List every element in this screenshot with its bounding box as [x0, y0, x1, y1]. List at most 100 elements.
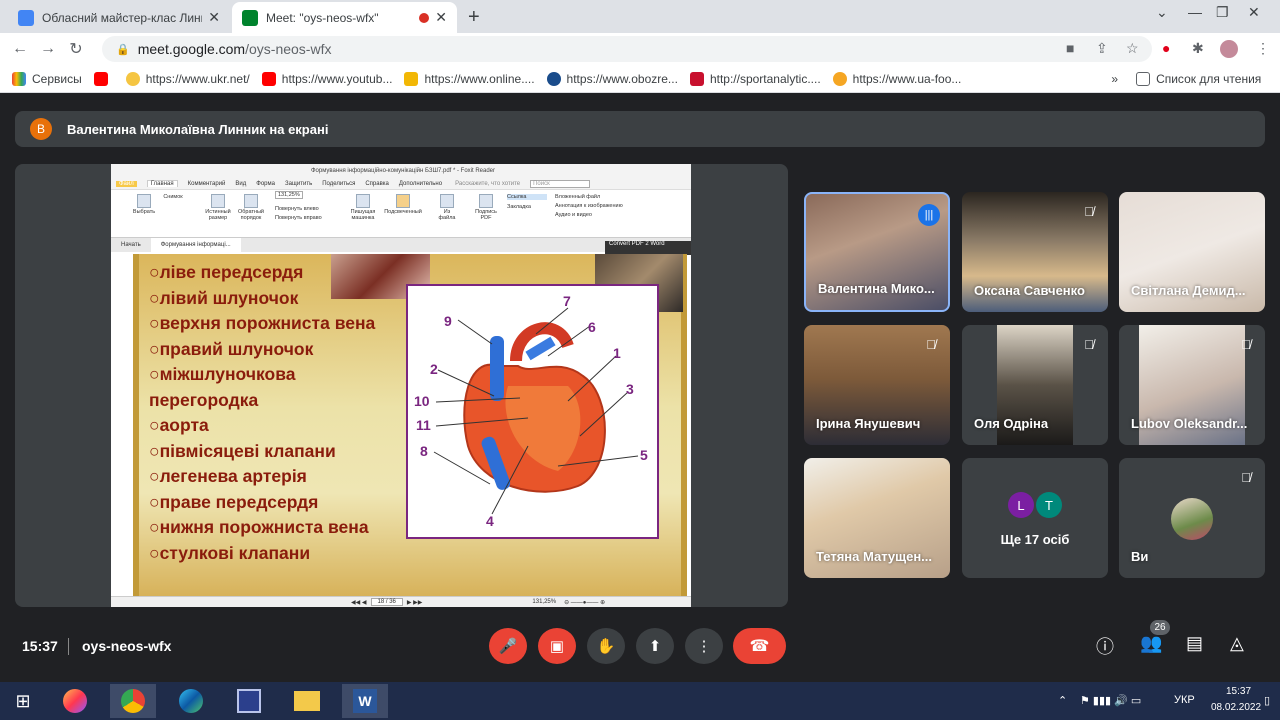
from-file-tool[interactable]: Из файла: [435, 194, 459, 221]
participant-name: Тетяна Матущен...: [816, 549, 933, 564]
raise-hand-button[interactable]: ✋: [587, 628, 625, 664]
tray-overflow-icon[interactable]: ⌃: [1058, 694, 1067, 707]
select-tool[interactable]: Выбрать: [131, 194, 157, 215]
present-button[interactable]: ⬆: [636, 628, 674, 664]
doc-tab-current[interactable]: Формування інформаці...: [150, 238, 241, 252]
reading-list[interactable]: Список для чтения: [1136, 71, 1261, 86]
image-annotation-tool[interactable]: Аннотация к изображению: [555, 203, 655, 209]
save-taskbar[interactable]: [226, 684, 272, 718]
notifications-icon[interactable]: ▯: [1264, 694, 1270, 707]
close-icon[interactable]: ✕: [435, 9, 447, 26]
menu-icon[interactable]: ⋮: [1256, 40, 1270, 57]
profile-avatar[interactable]: [1220, 40, 1238, 58]
rotate-right[interactable]: Повернуть вправо: [275, 215, 345, 221]
chat-icon[interactable]: ▤: [1186, 633, 1203, 654]
rotate-left[interactable]: Повернуть влево: [275, 206, 345, 212]
share-icon[interactable]: ⇪: [1096, 40, 1108, 57]
zoom-input[interactable]: 131,25%: [275, 191, 303, 199]
minimize-button[interactable]: —: [1188, 4, 1202, 20]
close-icon[interactable]: ✕: [208, 9, 220, 26]
participant-tile[interactable]: Тетяна Матущен...: [804, 458, 950, 578]
more-options-button[interactable]: ⋮: [685, 628, 723, 664]
leave-call-button[interactable]: ☎: [733, 628, 786, 664]
menu-extra[interactable]: Дополнительно: [399, 181, 442, 187]
explorer-taskbar[interactable]: [284, 684, 330, 718]
tell-me[interactable]: Расскажите, что хотите: [455, 181, 520, 187]
bookmark-services[interactable]: Сервисы: [12, 71, 82, 86]
camera-toggle-button[interactable]: ▣: [538, 628, 576, 664]
participant-tile[interactable]: 🎙̸ Оксана Савченко: [962, 192, 1108, 312]
actual-size-tool[interactable]: Истинный размер: [203, 194, 233, 221]
menu-home[interactable]: Главная: [146, 180, 178, 187]
menu-protect[interactable]: Защитить: [285, 181, 312, 187]
menu-view[interactable]: Вид: [235, 181, 246, 187]
edge-taskbar[interactable]: [168, 684, 214, 718]
avatar: T: [1036, 492, 1062, 518]
attachment-tool[interactable]: Вложенный файл: [555, 194, 645, 200]
bookmarks-overflow[interactable]: »: [1111, 72, 1118, 86]
address-bar[interactable]: 🔒 meet.google.com/oys-neos-wfx: [102, 36, 1152, 62]
opera-icon[interactable]: ●: [1162, 40, 1170, 56]
participant-tile[interactable]: ||| Валентина Мико...: [804, 192, 950, 312]
self-tile[interactable]: 🎙̸ Ви: [1119, 458, 1265, 578]
menu-comment[interactable]: Комментарий: [188, 181, 226, 187]
bookmark-uafootball[interactable]: https://www.ua-foo...: [832, 71, 961, 86]
page-indicator[interactable]: 18 / 36: [370, 598, 403, 606]
activities-icon[interactable]: ◬: [1230, 633, 1244, 654]
chrome-taskbar[interactable]: [110, 684, 156, 718]
highlight-tool[interactable]: Подсвеченный: [381, 194, 425, 215]
doc-tab-start[interactable]: Начать: [111, 242, 151, 248]
star-icon[interactable]: ☆: [1126, 40, 1139, 57]
menu-share[interactable]: Поделиться: [322, 181, 355, 187]
participant-tile[interactable]: Світлана Демид...: [1119, 192, 1265, 312]
menu-form[interactable]: Форма: [256, 181, 275, 187]
next-page-icon[interactable]: ▶ ▶▶: [407, 599, 423, 606]
bookmark-sport[interactable]: http://sportanalytic....: [689, 71, 821, 86]
forward-icon[interactable]: →: [34, 40, 62, 58]
bookmark-tool[interactable]: Закладка: [507, 204, 547, 210]
menu-file[interactable]: Файл: [116, 180, 137, 187]
tab-search-icon[interactable]: ⌄: [1156, 4, 1168, 21]
link-tool[interactable]: Ссылка: [507, 194, 547, 200]
close-window-button[interactable]: ✕: [1248, 4, 1260, 21]
participant-tile[interactable]: 🎙̸ Ірина Янушевич: [804, 325, 950, 445]
prev-page-icon[interactable]: ◀◀ ◀: [351, 599, 367, 606]
bookmark-obozrevatel[interactable]: https://www.obozre...: [546, 71, 678, 86]
back-icon[interactable]: ←: [6, 40, 34, 58]
zoom-box[interactable]: 131,25%: [275, 191, 335, 199]
tab-class[interactable]: Обласний майстер-клас Линник ✕: [8, 2, 230, 33]
new-tab-button[interactable]: +: [468, 6, 480, 29]
language-indicator[interactable]: УКР: [1174, 694, 1195, 706]
zoom-slider[interactable]: ⊖ ——●—— ⊕: [564, 599, 605, 606]
audio-video-tool[interactable]: Аудио и видео: [555, 212, 645, 218]
more-participants-tile[interactable]: L T Ще 17 осіб: [962, 458, 1108, 578]
network-icon[interactable]: ⚑ ▮▮▮ 🔊 ▭: [1080, 694, 1141, 707]
snapshot-tool[interactable]: Снимок: [159, 194, 187, 200]
start-button[interactable]: ⊞: [0, 684, 46, 718]
reverse-order-tool[interactable]: Обратный порядок: [235, 194, 267, 221]
restore-button[interactable]: ❐: [1216, 4, 1229, 21]
shared-screen[interactable]: Формування інформаційно-комунікаційн БЗШ…: [111, 164, 691, 607]
convert-pdf2word[interactable]: Convert PDF 2 Word: [605, 241, 691, 255]
bookmark-youtube[interactable]: https://www.youtub...: [261, 71, 392, 86]
reload-icon[interactable]: ↻: [62, 39, 90, 59]
typewriter-tool[interactable]: Пишущая машинка: [347, 194, 379, 221]
sign-pdf-tool[interactable]: Подпись PDF: [471, 194, 501, 221]
participant-tile[interactable]: 🎙̸ Оля Одріна: [962, 325, 1108, 445]
info-icon[interactable]: ⓘ: [1096, 633, 1114, 659]
bookmark-ukrnet[interactable]: https://www.ukr.net/: [125, 71, 250, 86]
extensions-icon[interactable]: ✱: [1192, 40, 1204, 57]
firefox-taskbar[interactable]: [52, 684, 98, 718]
camera-icon[interactable]: ■: [1066, 40, 1074, 56]
bookmark-youtube[interactable]: [93, 71, 114, 86]
tray-time[interactable]: 15:37: [1226, 686, 1251, 697]
menu-help[interactable]: Справка: [365, 181, 389, 187]
bookmark-online[interactable]: https://www.online....: [404, 71, 535, 86]
reader-search[interactable]: Поиск: [530, 179, 591, 188]
people-icon[interactable]: 👥: [1140, 633, 1162, 654]
participant-tile[interactable]: 🎙̸ Lubov Oleksandr...: [1119, 325, 1265, 445]
word-taskbar[interactable]: W: [342, 684, 388, 718]
tray-date[interactable]: 08.02.2022: [1211, 702, 1261, 713]
tab-meet[interactable]: Meet: "oys-neos-wfx" ✕: [232, 2, 457, 33]
mic-toggle-button[interactable]: 🎤: [489, 628, 527, 664]
